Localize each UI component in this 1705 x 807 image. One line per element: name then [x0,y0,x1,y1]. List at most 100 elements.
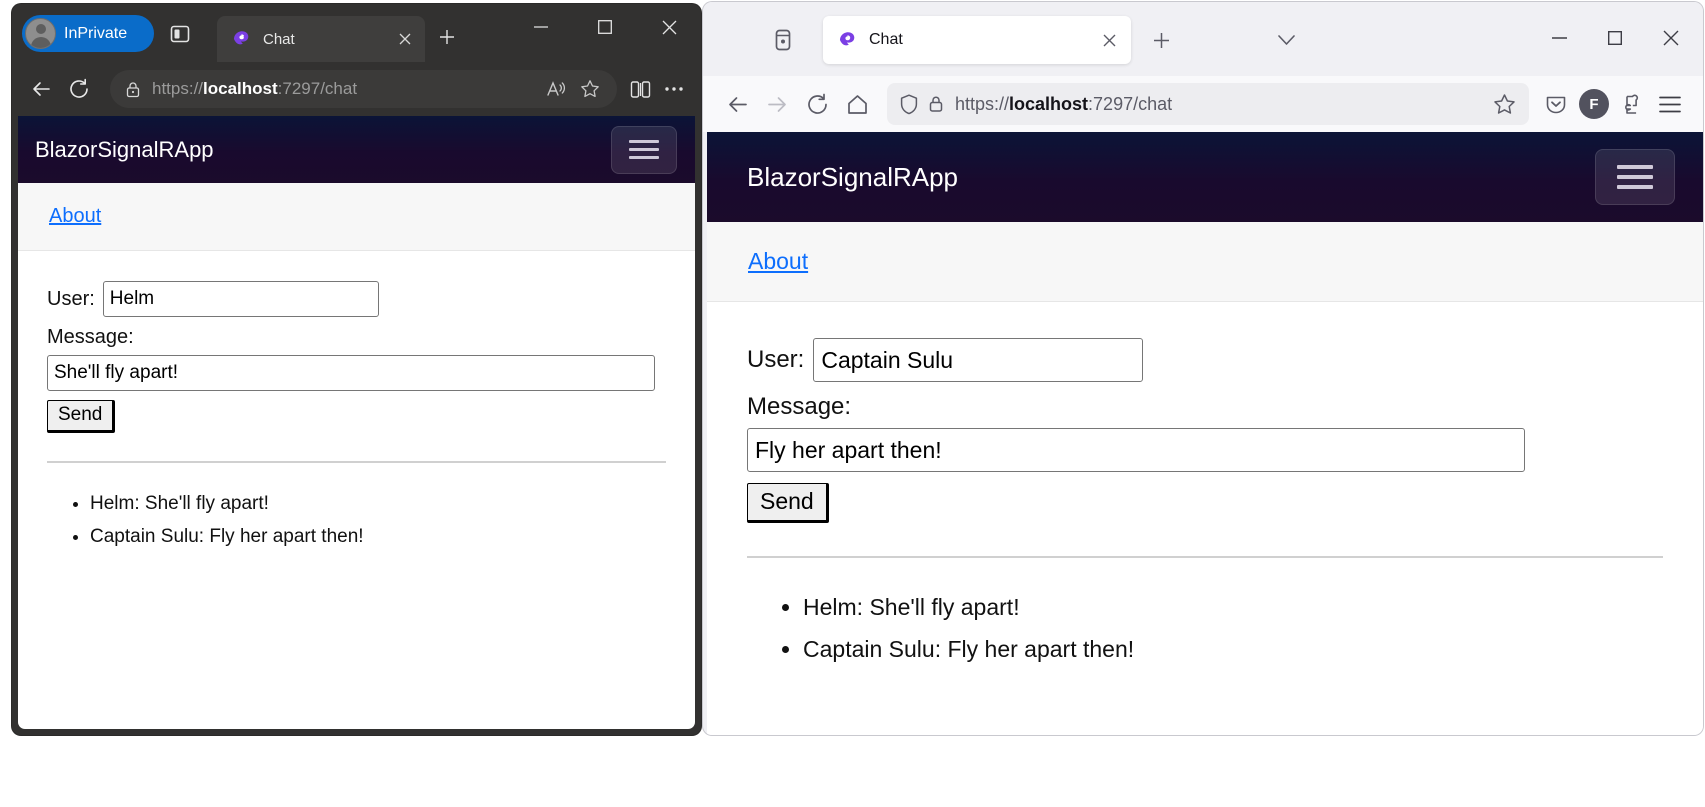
message-label: Message: [47,326,134,348]
send-button[interactable]: Send [747,483,829,523]
chat-message-item: Captain Sulu: Fly her apart then! [90,520,695,553]
chevron-down-icon[interactable] [1268,22,1304,58]
close-icon[interactable] [1095,26,1123,54]
burger-line [629,140,659,143]
url-path: :7297/chat [277,79,358,98]
navbar-toggler-button[interactable] [611,125,677,174]
user-label: User: [47,287,95,310]
star-icon[interactable] [1487,87,1521,121]
home-icon[interactable] [837,84,877,124]
split-screen-icon[interactable] [164,18,196,50]
edge-url-text: https://localhost:7297/chat [146,79,539,99]
back-arrow-icon[interactable] [717,84,757,124]
reload-icon[interactable] [797,84,837,124]
minimize-icon[interactable] [509,4,573,50]
burger-line [1617,165,1653,169]
edge-tab-strip: InPrivate Chat [12,4,701,62]
close-icon[interactable] [393,27,417,51]
firefox-tab-title: Chat [869,31,903,48]
new-tab-button[interactable] [1143,22,1179,58]
firefox-account-button[interactable]: F [1575,85,1613,123]
ellipsis-icon[interactable] [657,72,691,106]
lock-icon [120,76,146,102]
chat-message-list-edge: Helm: She'll fly apart! Captain Sulu: Fl… [90,487,695,553]
firefox-url-text: https://localhost:7297/chat [949,94,1487,115]
edge-window-controls [509,4,701,50]
read-aloud-icon[interactable] [539,72,573,106]
firefox-tab-strip: Chat [703,2,1703,76]
firefox-view-icon[interactable] [765,22,801,58]
close-icon[interactable] [637,4,701,50]
forward-arrow-icon[interactable] [757,84,797,124]
screenshot-stage: InPrivate Chat https://localhost:7297/ch… [0,0,1705,807]
edge-address-bar[interactable]: https://localhost:7297/chat [110,70,617,108]
app-brand: BlazorSignalRApp [747,161,959,192]
lock-icon[interactable] [923,91,949,117]
user-field-row: User: [47,281,695,317]
app-brand: BlazorSignalRApp [35,136,214,162]
chat-message-item: Captain Sulu: Fly her apart then! [803,628,1703,670]
pocket-icon[interactable] [1537,85,1575,123]
url-host: localhost [203,79,278,98]
nav-link-about[interactable]: About [748,248,808,275]
star-icon[interactable] [573,72,607,106]
shield-icon[interactable] [895,90,923,118]
burger-line [629,156,659,159]
app-nav-row-edge: About [18,183,695,251]
firefox-window-controls [1531,14,1699,62]
hamburger-menu-icon[interactable] [1651,85,1689,123]
chat-form-firefox: User: Message: Send Helm: She'll fly apa… [707,302,1703,670]
firefox-page-viewport: BlazorSignalRApp About User: Message: [707,132,1703,735]
inprivate-label: InPrivate [64,24,128,42]
edge-browser-window: InPrivate Chat https://localhost:7297/ch… [12,4,701,735]
send-button[interactable]: Send [47,400,116,433]
send-row: Send [47,391,695,433]
url-scheme: https:// [955,93,1010,114]
chat-message-item: Helm: She'll fly apart! [90,487,695,520]
edge-tab-title: Chat [263,30,295,48]
nav-link-about[interactable]: About [49,205,101,228]
user-label: User: [747,346,805,373]
extensions-icon[interactable] [1613,85,1651,123]
url-path: :7297/chat [1088,93,1173,114]
blazor-favicon [837,30,857,50]
edge-toolbar: https://localhost:7297/chat [12,62,701,116]
message-input[interactable] [47,355,655,391]
inprivate-badge[interactable]: InPrivate [22,15,154,52]
split-pane-icon[interactable] [623,72,657,106]
divider [747,556,1663,558]
burger-line [629,148,659,151]
divider [47,461,666,463]
account-initial: F [1579,89,1609,119]
app-header-firefox: BlazorSignalRApp [707,132,1703,222]
back-arrow-icon[interactable] [22,70,60,108]
chat-message-list-firefox: Helm: She'll fly apart! Captain Sulu: Fl… [803,586,1703,670]
minimize-icon[interactable] [1531,14,1587,62]
edge-page-viewport: BlazorSignalRApp About User: Message: [18,116,695,729]
url-scheme: https:// [152,79,204,98]
burger-line [1617,185,1653,189]
reload-icon[interactable] [60,70,98,108]
user-input[interactable] [102,281,379,317]
app-nav-row-firefox: About [707,222,1703,302]
user-field-row: User: [747,338,1703,382]
message-label: Message: [747,393,852,420]
close-icon[interactable] [1643,14,1699,62]
blazor-favicon [231,29,251,49]
firefox-browser-window: Chat https://localhost:7297/chat F Blazo… [703,2,1703,735]
avatar-icon [25,18,56,49]
app-header-edge: BlazorSignalRApp [18,116,695,183]
maximize-icon[interactable] [1587,14,1643,62]
send-row: Send [747,472,1703,523]
firefox-tab-chat[interactable]: Chat [823,16,1131,64]
user-input[interactable] [813,338,1144,382]
firefox-navigation-toolbar: https://localhost:7297/chat F [703,76,1703,132]
new-tab-button[interactable] [432,22,462,52]
url-host: localhost [1009,93,1089,114]
navbar-toggler-button[interactable] [1595,149,1675,205]
chat-form-edge: User: Message: Send Helm: She'll fly apa… [18,251,695,553]
maximize-icon[interactable] [573,4,637,50]
message-input[interactable] [747,428,1525,472]
edge-tab-chat[interactable]: Chat [217,16,425,62]
firefox-address-bar[interactable]: https://localhost:7297/chat [887,83,1529,125]
